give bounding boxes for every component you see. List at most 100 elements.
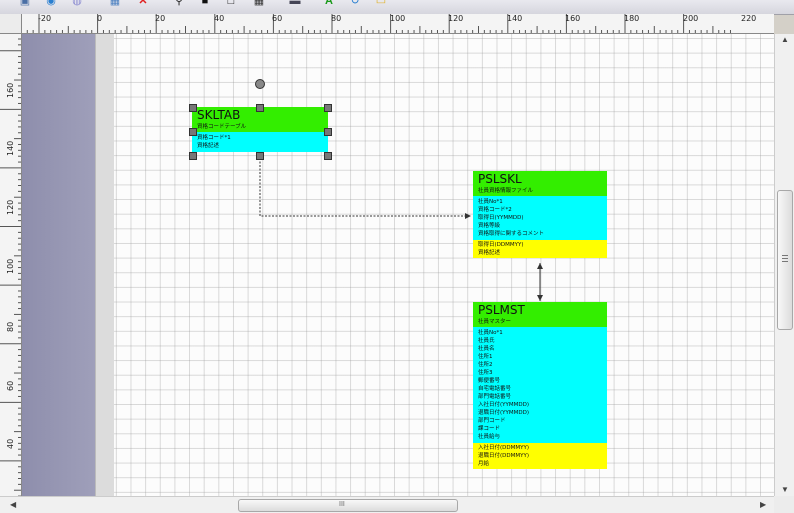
- ruler-label: 120: [6, 199, 15, 215]
- field-row: 資格コード*2: [478, 207, 512, 213]
- resize-handle[interactable]: [189, 104, 197, 112]
- ruler-label: 140: [507, 14, 523, 23]
- vertical-scrollbar[interactable]: ▲ ▼: [774, 34, 794, 496]
- page-icon[interactable]: □: [224, 0, 238, 8]
- delete-x-icon[interactable]: ✕: [136, 0, 150, 8]
- size-grip: [774, 496, 794, 513]
- ruler-label: 60: [272, 14, 283, 23]
- vertical-ruler: 160 140 120 100 80 60 40: [0, 34, 22, 496]
- field-row: 月給: [478, 461, 490, 467]
- field-row: 住所3: [478, 370, 493, 376]
- zoom-icon[interactable]: ⚲: [172, 0, 186, 8]
- ruler-label: 100: [390, 14, 406, 23]
- table-pslskl[interactable]: PSLSKL 社員資格情報ファイル 社員No*1 資格コード*2 取得日(YYM…: [473, 171, 607, 258]
- field-row: 郵便番号: [478, 378, 501, 384]
- ruler-label: 160: [565, 14, 581, 23]
- field-row: 社員給与: [478, 434, 501, 440]
- table-name: PSLSKL: [473, 171, 607, 187]
- scroll-right-icon[interactable]: ▶: [760, 501, 766, 509]
- resize-handle[interactable]: [256, 104, 264, 112]
- field-row: 自宅電話番号: [478, 386, 512, 392]
- horizontal-scroll-thumb[interactable]: III: [238, 499, 458, 512]
- resize-handle[interactable]: [256, 152, 264, 160]
- refresh-icon[interactable]: ↻: [348, 0, 362, 8]
- horizontal-ruler: -20 0 20 40 60 80 100 120 140 160 180 20…: [22, 14, 774, 34]
- field-row: 資格記述: [197, 143, 220, 149]
- field-row: 社員No*1: [478, 199, 503, 205]
- ruler-label: 160: [6, 82, 15, 98]
- table-comment: 資格コードテーブル: [192, 123, 328, 132]
- field-row: 部門コード: [478, 418, 506, 424]
- field-row: 資格コード*1: [197, 135, 231, 141]
- connector-arrowhead: [537, 295, 543, 301]
- resize-handle[interactable]: [324, 152, 332, 160]
- ruler-label: 60: [6, 380, 15, 391]
- diagram-canvas[interactable]: SKLTAB 資格コードテーブル 資格コード*1 資格記述 PSLSKL 社員資…: [22, 34, 774, 496]
- ruler-label: 40: [6, 438, 15, 449]
- ruler-label: 220: [741, 14, 757, 23]
- field-row: 取得日(DDMMYY): [478, 242, 524, 248]
- field-row: 資格記述: [478, 250, 501, 256]
- grid-icon[interactable]: ▦: [252, 0, 266, 8]
- globe-refresh-icon[interactable]: ◉: [44, 0, 58, 8]
- field-row: 資格等級: [478, 223, 501, 229]
- relationship-lines: [259, 158, 543, 301]
- scroll-grip: III: [339, 501, 345, 508]
- ruler-label: 40: [214, 14, 225, 23]
- ruler-label: 100: [6, 258, 15, 274]
- resize-handle[interactable]: [324, 128, 332, 136]
- table-comment: 社員資格情報ファイル: [473, 187, 607, 196]
- scroll-left-icon[interactable]: ◀: [10, 501, 16, 509]
- grid-toggle-icon[interactable]: ▦: [108, 0, 122, 8]
- derived-fields: 取得日(DDMMYY) 資格記述: [473, 240, 607, 258]
- horizontal-scrollbar[interactable]: ◀ III ▶: [0, 496, 774, 513]
- field-row: 資格取得に関するコメント: [478, 231, 545, 237]
- ruler-label: 180: [624, 14, 640, 23]
- table-pslmst[interactable]: PSLMST 社員マスター 社員No*1 社員氏 社員名 住所1 住所2 住所3…: [473, 302, 607, 469]
- field-row: 入社日付(YYMMDD): [478, 402, 529, 408]
- screenshot-icon[interactable]: ▣: [18, 0, 32, 8]
- resize-handle[interactable]: [324, 104, 332, 112]
- ruler-corner: [0, 14, 22, 34]
- field-row: 取得日(YYMMDD): [478, 215, 524, 221]
- toolbar: ▣ ◉ ◍ ▦ ✕ ⚲ ■ □ ▦ ▬ A ↻ ▭: [0, 0, 794, 15]
- field-row: 社員氏: [478, 338, 495, 344]
- ruler-label: 200: [683, 14, 699, 23]
- square-frame-icon[interactable]: ■: [198, 0, 212, 8]
- ruler-label: 140: [6, 140, 15, 156]
- field-row: 社員No*1: [478, 330, 503, 336]
- field-row: 退職日付(YYMMDD): [478, 410, 529, 416]
- connector-arrowhead: [537, 263, 543, 269]
- derived-fields: 入社日付(DDMMYY) 退職日付(DDMMYY) 月給: [473, 443, 607, 469]
- field-row: 社員名: [478, 346, 495, 352]
- table-skltab[interactable]: SKLTAB 資格コードテーブル 資格コード*1 資格記述: [192, 107, 328, 152]
- ruler-label: -20: [38, 14, 52, 23]
- key-fields: 社員No*1 資格コード*2 取得日(YYMMDD) 資格等級 資格取得に関する…: [473, 196, 607, 240]
- font-icon[interactable]: A: [322, 0, 336, 8]
- print-icon[interactable]: ▬: [288, 0, 302, 8]
- key-fields: 社員No*1 社員氏 社員名 住所1 住所2 住所3 郵便番号 自宅電話番号 部…: [473, 327, 607, 443]
- resize-handle[interactable]: [189, 128, 197, 136]
- connector-arrowhead: [465, 213, 471, 219]
- field-row: 課コード: [478, 426, 501, 432]
- field-row: 住所1: [478, 354, 493, 360]
- ruler-label: 80: [6, 321, 15, 332]
- key-fields: 資格コード*1 資格記述: [192, 132, 328, 152]
- resize-handle[interactable]: [189, 152, 197, 160]
- ruler-label: 20: [155, 14, 166, 23]
- skltab-pslskl-connector[interactable]: [259, 158, 471, 217]
- folder-icon[interactable]: ▭: [374, 0, 388, 8]
- scroll-down-icon[interactable]: ▼: [781, 486, 789, 494]
- vertical-scroll-thumb[interactable]: [777, 190, 793, 330]
- table-comment: 社員マスター: [473, 318, 607, 327]
- rotate-handle[interactable]: [255, 79, 265, 89]
- ruler-label: 120: [448, 14, 464, 23]
- scroll-up-icon[interactable]: ▲: [781, 36, 789, 44]
- table-name: PSLMST: [473, 302, 607, 318]
- ruler-label: 0: [97, 14, 103, 23]
- field-row: 住所2: [478, 362, 493, 368]
- field-row: 入社日付(DDMMYY): [478, 445, 529, 451]
- shapes-icon[interactable]: ◍: [70, 0, 84, 8]
- ruler-label: 80: [331, 14, 342, 23]
- field-row: 部門電話番号: [478, 394, 512, 400]
